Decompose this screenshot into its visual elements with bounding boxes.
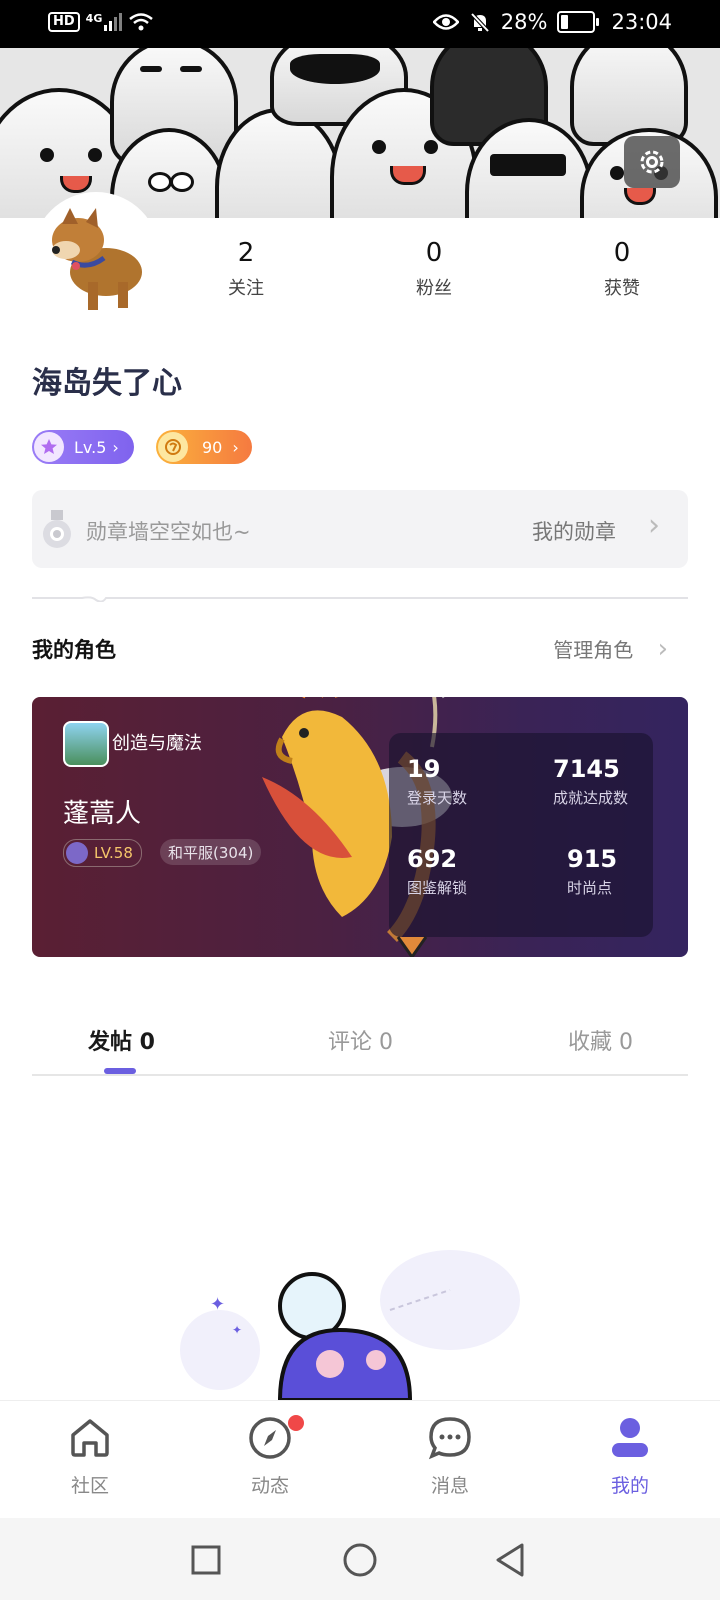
settings-button[interactable]: [624, 136, 680, 188]
fashion-value: 915: [567, 845, 618, 873]
following-stat[interactable]: 2 关注: [186, 238, 306, 300]
chevron-right-icon: ›: [657, 634, 668, 664]
chat-bubble-icon: [428, 1417, 471, 1460]
dog-avatar-image: [52, 208, 142, 310]
status-bar: HD 4G 28% 23:04: [0, 0, 720, 48]
notification-dot: [288, 1415, 304, 1431]
login-days-value: 19: [407, 755, 441, 783]
battery-percent: 28%: [500, 10, 548, 34]
nav-community-label: 社区: [70, 1475, 109, 1497]
my-roles-title: 我的角色: [32, 638, 116, 662]
svg-text:✦: ✦: [210, 1294, 225, 1315]
followers-stat[interactable]: 0 粉丝: [374, 238, 494, 300]
codex-label: 图鉴解锁: [407, 879, 468, 897]
medal-wall[interactable]: 勋章墙空空如也~ 我的勋章 ›: [32, 490, 688, 568]
achievements-label: 成就达成数: [553, 789, 629, 807]
role-stats-panel: 19 登录天数 7145 成就达成数 692 图鉴解锁 915 时尚点: [389, 733, 653, 937]
game-icon: [63, 721, 109, 767]
chevron-right-icon: ›: [648, 508, 660, 543]
likes-stat[interactable]: 0 获赞: [562, 238, 682, 300]
likes-count: 0: [613, 238, 631, 268]
nav-messages-label: 消息: [430, 1475, 469, 1497]
nav-messages[interactable]: 消息: [390, 1415, 510, 1498]
house-icon: [71, 1419, 109, 1457]
following-count: 2: [237, 238, 255, 268]
empty-state-illustration: ✦ ✦: [180, 1250, 520, 1400]
manage-roles-link[interactable]: 管理角色 ›: [553, 634, 668, 664]
following-label: 关注: [228, 278, 264, 299]
followers-label: 粉丝: [416, 278, 452, 299]
home-button[interactable]: [342, 1542, 378, 1578]
person-icon: [612, 1418, 648, 1457]
codex-stat: 692 图鉴解锁: [407, 845, 467, 898]
coin-icon: [158, 432, 188, 462]
medal-icon: [43, 510, 71, 548]
star-icon: [66, 842, 88, 864]
svg-text:✦: ✦: [232, 1323, 242, 1337]
tab-favorites[interactable]: 收藏 0: [568, 1024, 633, 1056]
level-badge[interactable]: Lv.5 ›: [32, 430, 134, 464]
divider: [32, 596, 688, 602]
bell-off-icon: [470, 12, 490, 33]
manage-roles-label: 管理角色: [553, 638, 634, 662]
avatar[interactable]: [32, 192, 160, 320]
coin-badge[interactable]: 90 ›: [156, 430, 252, 464]
fashion-stat: 915 时尚点: [567, 845, 617, 898]
wifi-icon: [129, 13, 154, 31]
hd-indicator: HD: [48, 12, 80, 32]
coin-count: 90: [202, 437, 223, 457]
back-button[interactable]: [494, 1542, 528, 1578]
tab-active-indicator: [104, 1068, 136, 1074]
game-name: 创造与魔法: [112, 733, 202, 754]
star-icon: [34, 432, 64, 462]
login-days-stat: 19 登录天数: [407, 755, 467, 808]
clock: 23:04: [611, 10, 672, 34]
codex-value: 692: [407, 845, 458, 873]
signal-icon: [104, 13, 123, 31]
nav-profile-label: 我的: [610, 1475, 649, 1497]
tab-posts[interactable]: 发帖 0: [88, 1024, 155, 1056]
my-medals-link[interactable]: 我的勋章: [532, 516, 616, 546]
bottom-navigation: 社区 动态 消息 我的: [0, 1400, 720, 1519]
gear-icon: [640, 150, 664, 174]
level-text: Lv.5: [74, 437, 107, 457]
login-days-label: 登录天数: [407, 789, 468, 807]
system-navigation-bar: [0, 1518, 720, 1600]
username: 海岛失了心: [32, 366, 182, 401]
medal-empty-text: 勋章墙空空如也~: [86, 520, 251, 544]
tab-comments[interactable]: 评论 0: [328, 1024, 393, 1056]
signal-type: 4G: [85, 12, 103, 25]
role-card[interactable]: 创造与魔法 蓬蒿人 LV.58 和平服(304) 19 登录天数 7145 成就…: [32, 697, 688, 957]
role-level-badge: LV.58: [63, 839, 142, 867]
role-level: LV.58: [94, 844, 133, 862]
achievements-stat: 7145 成就达成数: [553, 755, 628, 808]
chevron-right-icon: ›: [112, 437, 119, 457]
nav-profile[interactable]: 我的: [570, 1415, 690, 1498]
compass-icon: [249, 1417, 291, 1459]
recent-apps-button[interactable]: [190, 1544, 222, 1576]
tab-divider: [32, 1074, 688, 1076]
achievements-value: 7145: [553, 755, 620, 783]
chevron-right-icon: ›: [232, 437, 239, 457]
nav-feed[interactable]: 动态: [210, 1415, 330, 1498]
likes-label: 获赞: [604, 278, 640, 299]
role-name: 蓬蒿人: [63, 799, 142, 829]
battery-icon: [557, 11, 600, 33]
fashion-label: 时尚点: [567, 879, 613, 897]
followers-count: 0: [425, 238, 443, 268]
nav-feed-label: 动态: [250, 1475, 289, 1497]
nav-community[interactable]: 社区: [30, 1415, 150, 1498]
eye-icon: [432, 14, 459, 30]
